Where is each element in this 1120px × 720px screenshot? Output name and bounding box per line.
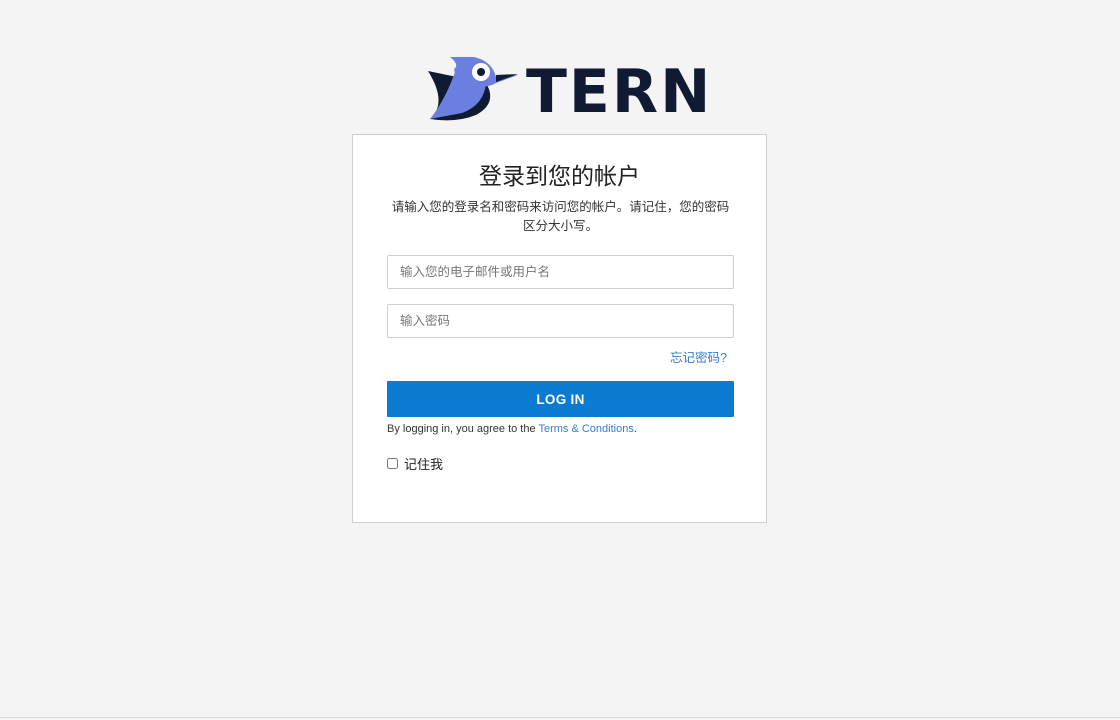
terms-link[interactable]: Terms & Conditions xyxy=(538,423,633,435)
login-card: 登录到您的帐户 请输入您的登录名和密码来访问您的帐户。请记住，您的密码区分大小写… xyxy=(352,134,767,523)
terms-suffix: . xyxy=(633,423,637,435)
login-button[interactable]: LOG IN xyxy=(387,381,734,417)
brand-name: TERN xyxy=(526,57,713,127)
login-page: TERN 登录到您的帐户 请输入您的登录名和密码来访问您的帐户。请记住，您的密码… xyxy=(0,0,1120,720)
brand-logo: TERN xyxy=(426,55,710,122)
page-bottom-divider xyxy=(0,717,1120,718)
password-field[interactable] xyxy=(387,304,734,338)
remember-me-label: 记住我 xyxy=(404,457,444,472)
login-description: 请输入您的登录名和密码来访问您的帐户。请记住，您的密码区分大小写。 xyxy=(391,200,730,233)
remember-me[interactable]: 记住我 xyxy=(387,454,443,473)
page-title: 登录到您的帐户 xyxy=(479,163,640,189)
email-field[interactable] xyxy=(387,255,734,289)
forgot-password-link[interactable]: 忘记密码? xyxy=(670,347,727,366)
tern-bird-icon xyxy=(426,55,520,121)
terms-prefix: By logging in, you agree to the xyxy=(387,423,539,435)
terms-notice: By logging in, you agree to the Terms & … xyxy=(387,423,637,435)
remember-me-checkbox[interactable] xyxy=(387,458,398,469)
